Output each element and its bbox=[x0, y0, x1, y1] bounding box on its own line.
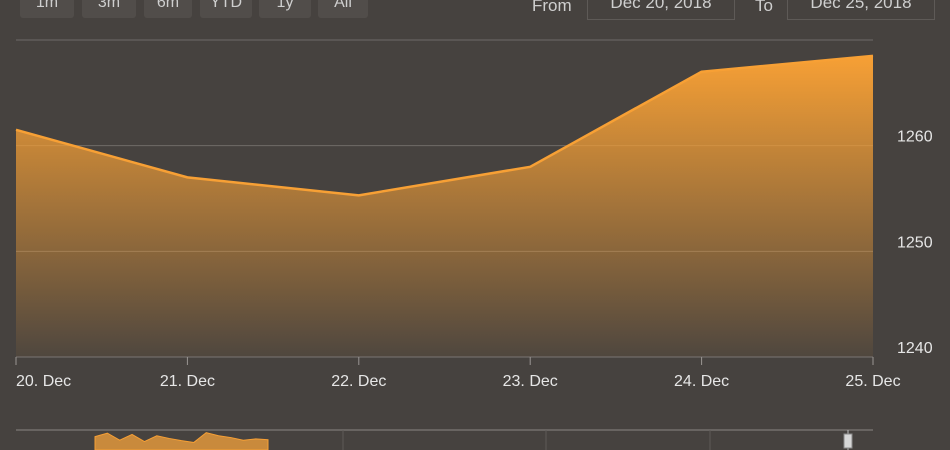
y-tick-label: 1250 bbox=[897, 234, 933, 251]
x-tick-label: 25. Dec bbox=[845, 373, 900, 390]
navigator-handle[interactable] bbox=[843, 433, 853, 449]
navigator-series bbox=[94, 432, 269, 450]
x-tick-label: 21. Dec bbox=[160, 373, 215, 390]
price-area-chart: 20. Dec 21. Dec 22. Dec 23. Dec 24. Dec 25. D… bbox=[15, 39, 933, 450]
y-tick-label: 1260 bbox=[897, 129, 933, 146]
x-tick-label: 24. Dec bbox=[674, 373, 729, 390]
x-tick-label: 23. Dec bbox=[503, 373, 558, 390]
series-area bbox=[16, 55, 873, 357]
x-tick-label: 22. Dec bbox=[331, 373, 386, 390]
y-tick-label: 1240 bbox=[897, 340, 933, 357]
x-tick-label: 20. Dec bbox=[16, 373, 71, 390]
